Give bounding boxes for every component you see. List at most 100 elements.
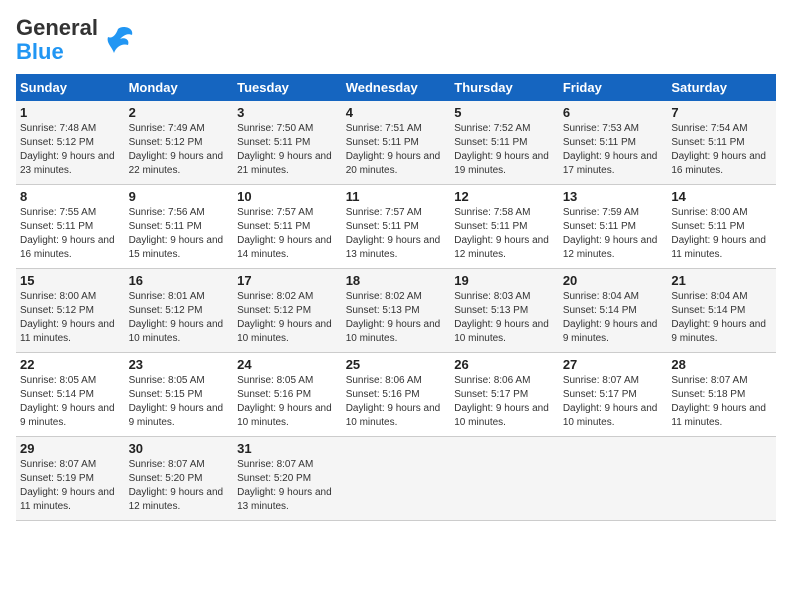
day-info: Sunrise: 8:04 AMSunset: 5:14 PMDaylight:… xyxy=(671,291,766,344)
day-info: Sunrise: 7:50 AMSunset: 5:11 PMDaylight:… xyxy=(237,123,332,176)
day-info: Sunrise: 8:02 AMSunset: 5:12 PMDaylight:… xyxy=(237,291,332,344)
day-number: 17 xyxy=(237,273,338,288)
day-info: Sunrise: 8:07 AMSunset: 5:20 PMDaylight:… xyxy=(237,459,332,512)
day-info: Sunrise: 8:07 AMSunset: 5:18 PMDaylight:… xyxy=(671,375,766,428)
calendar-cell xyxy=(450,437,559,521)
day-number: 6 xyxy=(563,105,664,120)
calendar-cell: 2 Sunrise: 7:49 AMSunset: 5:12 PMDayligh… xyxy=(125,101,234,185)
day-number: 3 xyxy=(237,105,338,120)
header-day: Sunday xyxy=(16,74,125,101)
day-info: Sunrise: 7:52 AMSunset: 5:11 PMDaylight:… xyxy=(454,123,549,176)
day-info: Sunrise: 8:04 AMSunset: 5:14 PMDaylight:… xyxy=(563,291,658,344)
day-info: Sunrise: 8:05 AMSunset: 5:16 PMDaylight:… xyxy=(237,375,332,428)
day-number: 7 xyxy=(671,105,772,120)
header-day: Friday xyxy=(559,74,668,101)
day-number: 19 xyxy=(454,273,555,288)
day-number: 27 xyxy=(563,357,664,372)
day-info: Sunrise: 8:02 AMSunset: 5:13 PMDaylight:… xyxy=(346,291,441,344)
day-number: 1 xyxy=(20,105,121,120)
day-number: 15 xyxy=(20,273,121,288)
day-number: 20 xyxy=(563,273,664,288)
day-number: 23 xyxy=(129,357,230,372)
calendar-cell: 21 Sunrise: 8:04 AMSunset: 5:14 PMDaylig… xyxy=(667,269,776,353)
calendar-cell: 8 Sunrise: 7:55 AMSunset: 5:11 PMDayligh… xyxy=(16,185,125,269)
day-number: 9 xyxy=(129,189,230,204)
calendar-cell: 20 Sunrise: 8:04 AMSunset: 5:14 PMDaylig… xyxy=(559,269,668,353)
calendar-cell: 3 Sunrise: 7:50 AMSunset: 5:11 PMDayligh… xyxy=(233,101,342,185)
calendar-week-row: 1 Sunrise: 7:48 AMSunset: 5:12 PMDayligh… xyxy=(16,101,776,185)
calendar-cell: 6 Sunrise: 7:53 AMSunset: 5:11 PMDayligh… xyxy=(559,101,668,185)
day-number: 18 xyxy=(346,273,447,288)
day-number: 25 xyxy=(346,357,447,372)
day-info: Sunrise: 8:05 AMSunset: 5:15 PMDaylight:… xyxy=(129,375,224,428)
day-info: Sunrise: 8:05 AMSunset: 5:14 PMDaylight:… xyxy=(20,375,115,428)
calendar-cell: 28 Sunrise: 8:07 AMSunset: 5:18 PMDaylig… xyxy=(667,353,776,437)
day-info: Sunrise: 7:54 AMSunset: 5:11 PMDaylight:… xyxy=(671,123,766,176)
calendar-week-row: 8 Sunrise: 7:55 AMSunset: 5:11 PMDayligh… xyxy=(16,185,776,269)
calendar-cell xyxy=(559,437,668,521)
logo: GeneralBlue xyxy=(16,16,134,64)
calendar-cell: 26 Sunrise: 8:06 AMSunset: 5:17 PMDaylig… xyxy=(450,353,559,437)
day-info: Sunrise: 8:06 AMSunset: 5:16 PMDaylight:… xyxy=(346,375,441,428)
day-info: Sunrise: 7:51 AMSunset: 5:11 PMDaylight:… xyxy=(346,123,441,176)
calendar-cell xyxy=(667,437,776,521)
calendar-cell xyxy=(342,437,451,521)
day-number: 4 xyxy=(346,105,447,120)
calendar-week-row: 22 Sunrise: 8:05 AMSunset: 5:14 PMDaylig… xyxy=(16,353,776,437)
calendar-cell: 16 Sunrise: 8:01 AMSunset: 5:12 PMDaylig… xyxy=(125,269,234,353)
day-info: Sunrise: 7:56 AMSunset: 5:11 PMDaylight:… xyxy=(129,207,224,260)
day-info: Sunrise: 7:58 AMSunset: 5:11 PMDaylight:… xyxy=(454,207,549,260)
calendar-cell: 4 Sunrise: 7:51 AMSunset: 5:11 PMDayligh… xyxy=(342,101,451,185)
day-info: Sunrise: 8:07 AMSunset: 5:19 PMDaylight:… xyxy=(20,459,115,512)
day-info: Sunrise: 7:57 AMSunset: 5:11 PMDaylight:… xyxy=(237,207,332,260)
header-day: Wednesday xyxy=(342,74,451,101)
header-day: Thursday xyxy=(450,74,559,101)
day-number: 2 xyxy=(129,105,230,120)
day-number: 29 xyxy=(20,441,121,456)
day-info: Sunrise: 7:55 AMSunset: 5:11 PMDaylight:… xyxy=(20,207,115,260)
calendar-cell: 25 Sunrise: 8:06 AMSunset: 5:16 PMDaylig… xyxy=(342,353,451,437)
day-info: Sunrise: 8:00 AMSunset: 5:11 PMDaylight:… xyxy=(671,207,766,260)
header: GeneralBlue xyxy=(16,16,776,64)
calendar-cell: 17 Sunrise: 8:02 AMSunset: 5:12 PMDaylig… xyxy=(233,269,342,353)
day-info: Sunrise: 7:57 AMSunset: 5:11 PMDaylight:… xyxy=(346,207,441,260)
header-day: Monday xyxy=(125,74,234,101)
day-number: 8 xyxy=(20,189,121,204)
calendar-cell: 29 Sunrise: 8:07 AMSunset: 5:19 PMDaylig… xyxy=(16,437,125,521)
calendar-body: 1 Sunrise: 7:48 AMSunset: 5:12 PMDayligh… xyxy=(16,101,776,521)
calendar-cell: 30 Sunrise: 8:07 AMSunset: 5:20 PMDaylig… xyxy=(125,437,234,521)
calendar-cell: 9 Sunrise: 7:56 AMSunset: 5:11 PMDayligh… xyxy=(125,185,234,269)
day-number: 21 xyxy=(671,273,772,288)
header-day: Tuesday xyxy=(233,74,342,101)
calendar-header: SundayMondayTuesdayWednesdayThursdayFrid… xyxy=(16,74,776,101)
logo-bird-icon xyxy=(102,25,134,55)
calendar-cell: 1 Sunrise: 7:48 AMSunset: 5:12 PMDayligh… xyxy=(16,101,125,185)
calendar-cell: 14 Sunrise: 8:00 AMSunset: 5:11 PMDaylig… xyxy=(667,185,776,269)
calendar-cell: 11 Sunrise: 7:57 AMSunset: 5:11 PMDaylig… xyxy=(342,185,451,269)
day-number: 12 xyxy=(454,189,555,204)
day-info: Sunrise: 7:49 AMSunset: 5:12 PMDaylight:… xyxy=(129,123,224,176)
day-number: 22 xyxy=(20,357,121,372)
logo-text: GeneralBlue xyxy=(16,16,98,64)
day-info: Sunrise: 8:07 AMSunset: 5:20 PMDaylight:… xyxy=(129,459,224,512)
calendar-cell: 19 Sunrise: 8:03 AMSunset: 5:13 PMDaylig… xyxy=(450,269,559,353)
day-info: Sunrise: 8:01 AMSunset: 5:12 PMDaylight:… xyxy=(129,291,224,344)
header-day: Saturday xyxy=(667,74,776,101)
calendar-cell: 23 Sunrise: 8:05 AMSunset: 5:15 PMDaylig… xyxy=(125,353,234,437)
day-info: Sunrise: 7:59 AMSunset: 5:11 PMDaylight:… xyxy=(563,207,658,260)
day-number: 5 xyxy=(454,105,555,120)
calendar-week-row: 29 Sunrise: 8:07 AMSunset: 5:19 PMDaylig… xyxy=(16,437,776,521)
day-info: Sunrise: 8:07 AMSunset: 5:17 PMDaylight:… xyxy=(563,375,658,428)
calendar-cell: 31 Sunrise: 8:07 AMSunset: 5:20 PMDaylig… xyxy=(233,437,342,521)
calendar-cell: 18 Sunrise: 8:02 AMSunset: 5:13 PMDaylig… xyxy=(342,269,451,353)
calendar-cell: 10 Sunrise: 7:57 AMSunset: 5:11 PMDaylig… xyxy=(233,185,342,269)
day-number: 14 xyxy=(671,189,772,204)
day-info: Sunrise: 7:53 AMSunset: 5:11 PMDaylight:… xyxy=(563,123,658,176)
day-info: Sunrise: 8:00 AMSunset: 5:12 PMDaylight:… xyxy=(20,291,115,344)
calendar-cell: 7 Sunrise: 7:54 AMSunset: 5:11 PMDayligh… xyxy=(667,101,776,185)
calendar-cell: 5 Sunrise: 7:52 AMSunset: 5:11 PMDayligh… xyxy=(450,101,559,185)
day-number: 30 xyxy=(129,441,230,456)
day-info: Sunrise: 7:48 AMSunset: 5:12 PMDaylight:… xyxy=(20,123,115,176)
calendar-cell: 22 Sunrise: 8:05 AMSunset: 5:14 PMDaylig… xyxy=(16,353,125,437)
day-number: 28 xyxy=(671,357,772,372)
